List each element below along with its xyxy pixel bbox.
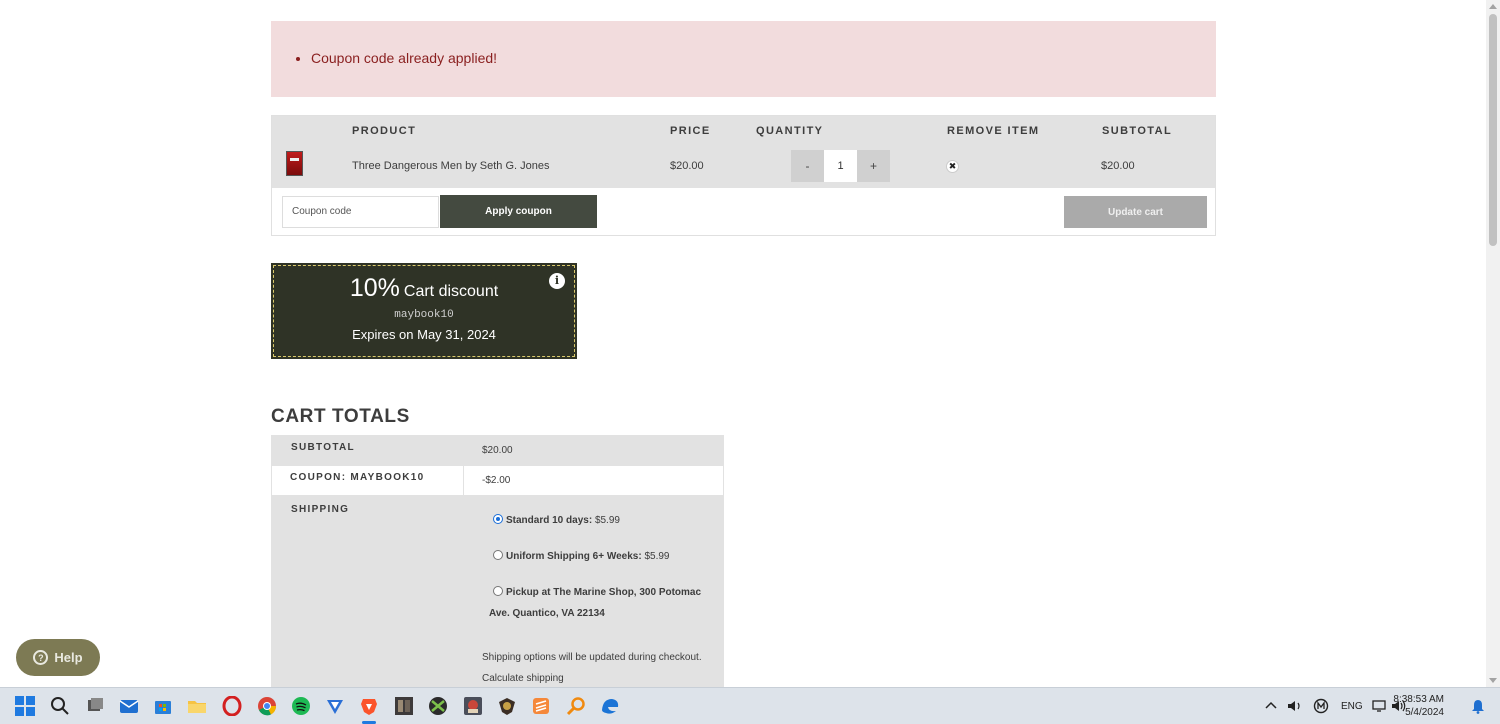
taskbar-clock[interactable]: 8:38:53 AM 5/4/2024 — [1393, 693, 1444, 719]
coupon-percent: 10% — [349, 274, 400, 302]
quantity-decrease-button[interactable]: - — [791, 150, 824, 182]
search-tool-icon[interactable] — [566, 696, 586, 716]
network-status-icon[interactable] — [1313, 698, 1329, 714]
coupon-code-input[interactable]: Coupon code — [282, 196, 439, 228]
store-icon[interactable] — [153, 696, 173, 716]
game-icon[interactable] — [394, 696, 414, 716]
shipping-option-pickup[interactable]: Pickup at The Marine Shop, 300 Potomac — [506, 587, 701, 598]
task-view-icon[interactable] — [85, 696, 105, 716]
chevron-up-icon[interactable] — [1264, 699, 1278, 713]
xbox-icon[interactable] — [428, 696, 448, 716]
header-price: PRICE — [670, 125, 711, 137]
shipping-option-standard[interactable]: Standard 10 days: $5.99 — [506, 515, 620, 526]
search-icon[interactable] — [50, 696, 70, 716]
calculate-shipping-link[interactable]: Calculate shipping — [482, 673, 564, 684]
sublime-icon[interactable] — [531, 696, 551, 716]
header-quantity: QUANTITY — [756, 125, 824, 137]
coupon-code: maybook10 — [394, 309, 454, 321]
brave-icon[interactable] — [359, 696, 379, 716]
scroll-down-arrow-icon[interactable] — [1489, 678, 1497, 683]
windows-start-icon[interactable] — [15, 696, 35, 716]
edge-icon[interactable] — [600, 696, 620, 716]
quantity-increase-button[interactable]: + — [857, 150, 890, 182]
coupon-type: Cart discount — [403, 283, 499, 300]
apply-coupon-button[interactable]: Apply coupon — [440, 195, 597, 228]
shipping-option-pickup-address: Ave. Quantico, VA 22134 — [489, 608, 605, 619]
shipping-row: SHIPPING Standard 10 days: $5.99 Uniform… — [271, 496, 724, 687]
question-icon: ? — [33, 650, 49, 665]
header-product: PRODUCT — [352, 125, 417, 137]
header-remove-item: REMOVE ITEM — [947, 125, 1040, 137]
product-name-link[interactable]: Three Dangerous Men by Seth G. Jones — [352, 160, 550, 172]
shipping-option-name: Standard 10 days: — [506, 515, 593, 526]
page: Coupon code already applied! PRODUCT PRI… — [0, 0, 1500, 724]
quantity-stepper: - 1 + — [791, 150, 890, 182]
notice-list: Coupon code already applied! — [311, 50, 497, 66]
shipping-label: SHIPPING — [291, 504, 350, 515]
coupon-card[interactable]: 10% Cart discount maybook10 Expires on Ma… — [271, 263, 577, 359]
help-button[interactable]: ? Help — [16, 639, 100, 676]
subtotal-value: $20.00 — [482, 445, 513, 456]
game-icon-3[interactable] — [497, 696, 517, 716]
header-subtotal: SUBTOTAL — [1102, 125, 1173, 137]
coupon-label: COUPON: MAYBOOK10 — [290, 472, 425, 483]
chrome-icon[interactable] — [257, 696, 277, 716]
shipping-option-name: Pickup at The Marine Shop, 300 Potomac — [506, 587, 702, 598]
coupon-value: -$2.00 — [482, 475, 511, 486]
shipping-radio-pickup[interactable] — [493, 586, 503, 596]
shipping-note: Shipping options will be updated during … — [482, 652, 702, 663]
language-indicator[interactable]: ENG — [1341, 701, 1363, 712]
coupon-expiry: Expires on May 31, 2024 — [352, 327, 496, 342]
scroll-up-arrow-icon[interactable] — [1489, 4, 1497, 9]
cart-table: PRODUCT PRICE QUANTITY REMOVE ITEM SUBTO… — [271, 115, 1216, 236]
coupon-row: COUPON: MAYBOOK10 -$2.00 — [271, 465, 724, 496]
opera-icon[interactable] — [222, 696, 242, 716]
coupon-amount: 10% Cart discount — [274, 274, 574, 303]
help-label: Help — [54, 650, 83, 665]
clock-time: 8:38:53 AM — [1393, 694, 1444, 705]
coupon-card-border: 10% Cart discount maybook10 Expires on Ma… — [273, 265, 575, 357]
info-icon[interactable]: i — [549, 273, 565, 289]
remove-item-icon[interactable]: ✖ — [946, 160, 959, 173]
product-price: $20.00 — [670, 160, 704, 172]
scrollbar-thumb[interactable] — [1489, 14, 1497, 246]
quantity-input[interactable]: 1 — [824, 150, 857, 182]
shipping-option-price: $5.99 — [644, 551, 670, 562]
shipping-option-price: $5.99 — [594, 515, 620, 526]
error-notice: Coupon code already applied! — [271, 21, 1216, 97]
cart-row: PRODUCT PRICE QUANTITY REMOVE ITEM SUBTO… — [272, 116, 1215, 188]
clock-date: 5/4/2024 — [1405, 707, 1444, 718]
notice-message: Coupon code already applied! — [311, 50, 497, 66]
taskbar: ENG 8:38:53 AM 5/4/2024 — [0, 687, 1500, 724]
vpn-icon[interactable] — [325, 696, 345, 716]
product-subtotal: $20.00 — [1101, 160, 1135, 172]
speaker-icon[interactable] — [1287, 699, 1303, 713]
notification-bell-icon[interactable] — [1471, 699, 1485, 714]
cart-totals-table: SUBTOTAL $20.00 COUPON: MAYBOOK10 -$2.00… — [271, 435, 724, 687]
divider — [463, 466, 464, 495]
cart-totals-title: CART TOTALS — [271, 406, 410, 427]
product-thumbnail[interactable] — [286, 151, 303, 176]
vertical-scrollbar[interactable] — [1486, 0, 1500, 687]
spotify-icon[interactable] — [291, 696, 311, 716]
display-network-icon[interactable] — [1372, 699, 1388, 713]
shipping-radio-uniform[interactable] — [493, 550, 503, 560]
shipping-option-uniform[interactable]: Uniform Shipping 6+ Weeks: $5.99 — [506, 551, 669, 562]
subtotal-label: SUBTOTAL — [291, 442, 355, 453]
mail-icon[interactable] — [119, 696, 139, 716]
file-explorer-icon[interactable] — [187, 696, 207, 716]
shipping-radio-standard[interactable] — [493, 514, 503, 524]
shipping-option-name-cont: Ave. Quantico, VA 22134 — [489, 608, 605, 619]
update-cart-button[interactable]: Update cart — [1064, 196, 1207, 228]
subtotal-row: SUBTOTAL $20.00 — [271, 435, 724, 465]
shipping-option-name: Uniform Shipping 6+ Weeks: — [506, 551, 642, 562]
game-icon-2[interactable] — [463, 696, 483, 716]
